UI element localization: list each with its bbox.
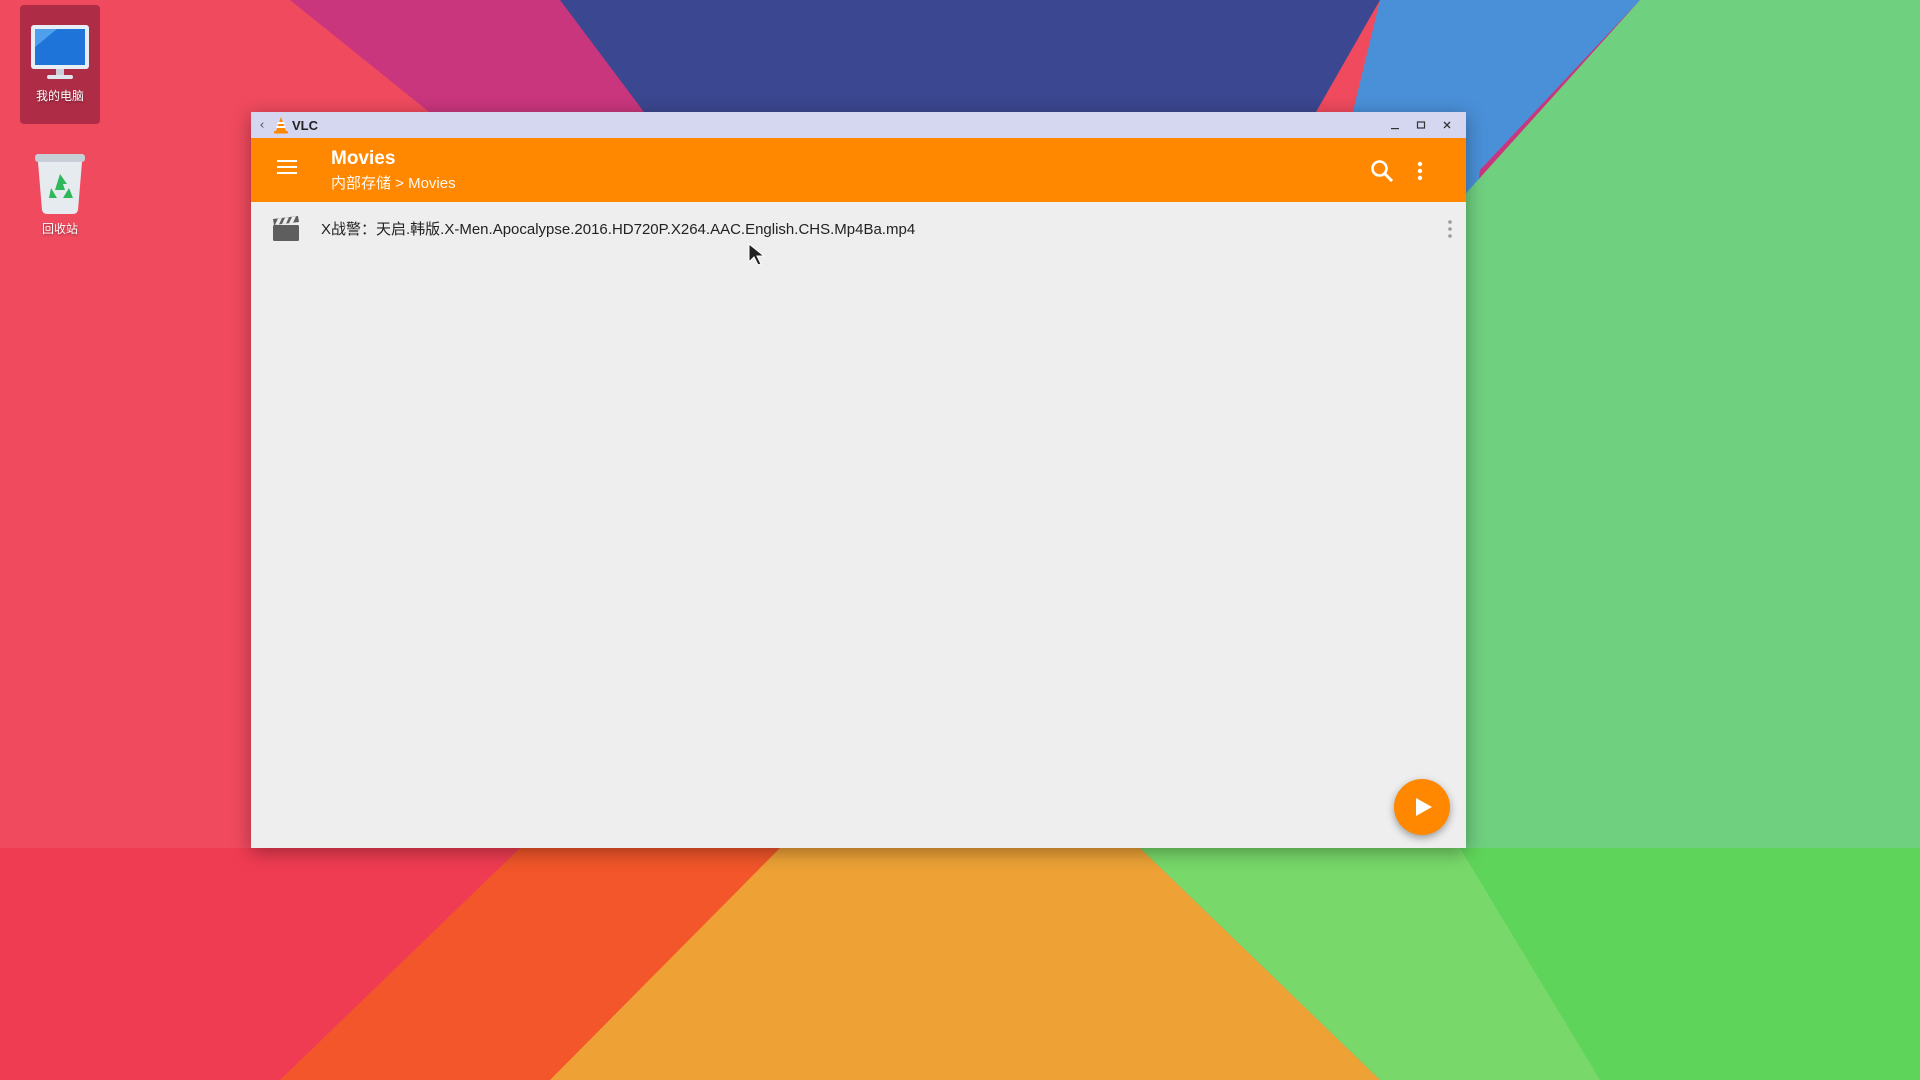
breadcrumb: 内部存储 > Movies <box>331 175 456 192</box>
window-titlebar[interactable]: ‹ VLC <box>251 112 1466 138</box>
minimize-icon[interactable] <box>1382 112 1408 138</box>
recycle-bin-icon <box>35 154 85 214</box>
desktop-icon-label: 回收站 <box>41 222 78 236</box>
more-vertical-icon[interactable] <box>1447 218 1453 240</box>
play-fab-button[interactable] <box>1394 779 1450 835</box>
more-vertical-icon[interactable] <box>1415 158 1425 184</box>
desktop-icon-recycle-bin[interactable]: 回收站 <box>20 150 100 245</box>
desktop: 我的电脑 回收站 ‹ VLC Movies 内部存储 > Movies X战警：… <box>0 0 1920 1080</box>
file-list: X战警：天启.韩版.X-Men.Apocalypse.2016.HD720P.X… <box>251 202 1466 848</box>
movie-clapperboard-icon <box>273 216 299 241</box>
hamburger-menu-icon[interactable] <box>277 160 297 178</box>
play-icon <box>1416 798 1432 816</box>
window-title: VLC <box>292 117 318 133</box>
chevron-left-icon[interactable]: ‹ <box>251 118 273 133</box>
computer-monitor-icon <box>31 25 89 79</box>
list-item[interactable]: X战警：天启.韩版.X-Men.Apocalypse.2016.HD720P.X… <box>251 202 1466 256</box>
maximize-icon[interactable] <box>1408 112 1434 138</box>
vlc-cone-icon <box>274 117 288 134</box>
mouse-cursor-icon <box>748 243 766 266</box>
app-toolbar: Movies 内部存储 > Movies <box>251 138 1466 202</box>
desktop-icon-label: 我的电脑 <box>35 89 84 103</box>
file-name: X战警：天启.韩版.X-Men.Apocalypse.2016.HD720P.X… <box>321 221 916 238</box>
search-icon[interactable] <box>1369 158 1395 184</box>
toolbar-titles: Movies 内部存储 > Movies <box>331 148 456 193</box>
window-controls <box>1382 112 1460 138</box>
vlc-window: ‹ VLC Movies 内部存储 > Movies X战警：天启.韩版.X-M… <box>251 112 1466 848</box>
page-title: Movies <box>331 148 396 169</box>
close-icon[interactable] <box>1434 112 1460 138</box>
desktop-icon-my-computer[interactable]: 我的电脑 <box>20 5 100 124</box>
